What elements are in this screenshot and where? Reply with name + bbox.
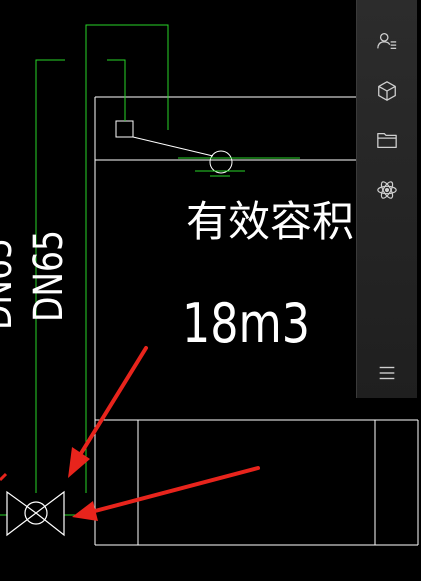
atom-icon	[377, 181, 397, 199]
user-list-icon	[377, 33, 397, 49]
tank-label: 有效容积	[186, 197, 354, 246]
pipe-size-label-partial: DN65	[0, 238, 21, 330]
pipe-size-label: DN65	[26, 230, 72, 322]
open-folder-button[interactable]	[367, 123, 407, 157]
annotation-arrows	[0, 346, 260, 521]
cube-icon	[378, 81, 396, 101]
3d-view-button[interactable]	[367, 74, 407, 108]
user-list-button[interactable]	[367, 24, 407, 58]
side-toolbar	[356, 0, 417, 398]
valve-symbol	[6, 490, 65, 537]
folder-icon	[377, 132, 397, 148]
menu-icon	[379, 366, 395, 380]
components-button[interactable]	[367, 173, 407, 207]
volume-label: 18m3	[182, 292, 310, 355]
menu-button[interactable]	[367, 356, 407, 390]
float-valve	[115, 120, 233, 174]
